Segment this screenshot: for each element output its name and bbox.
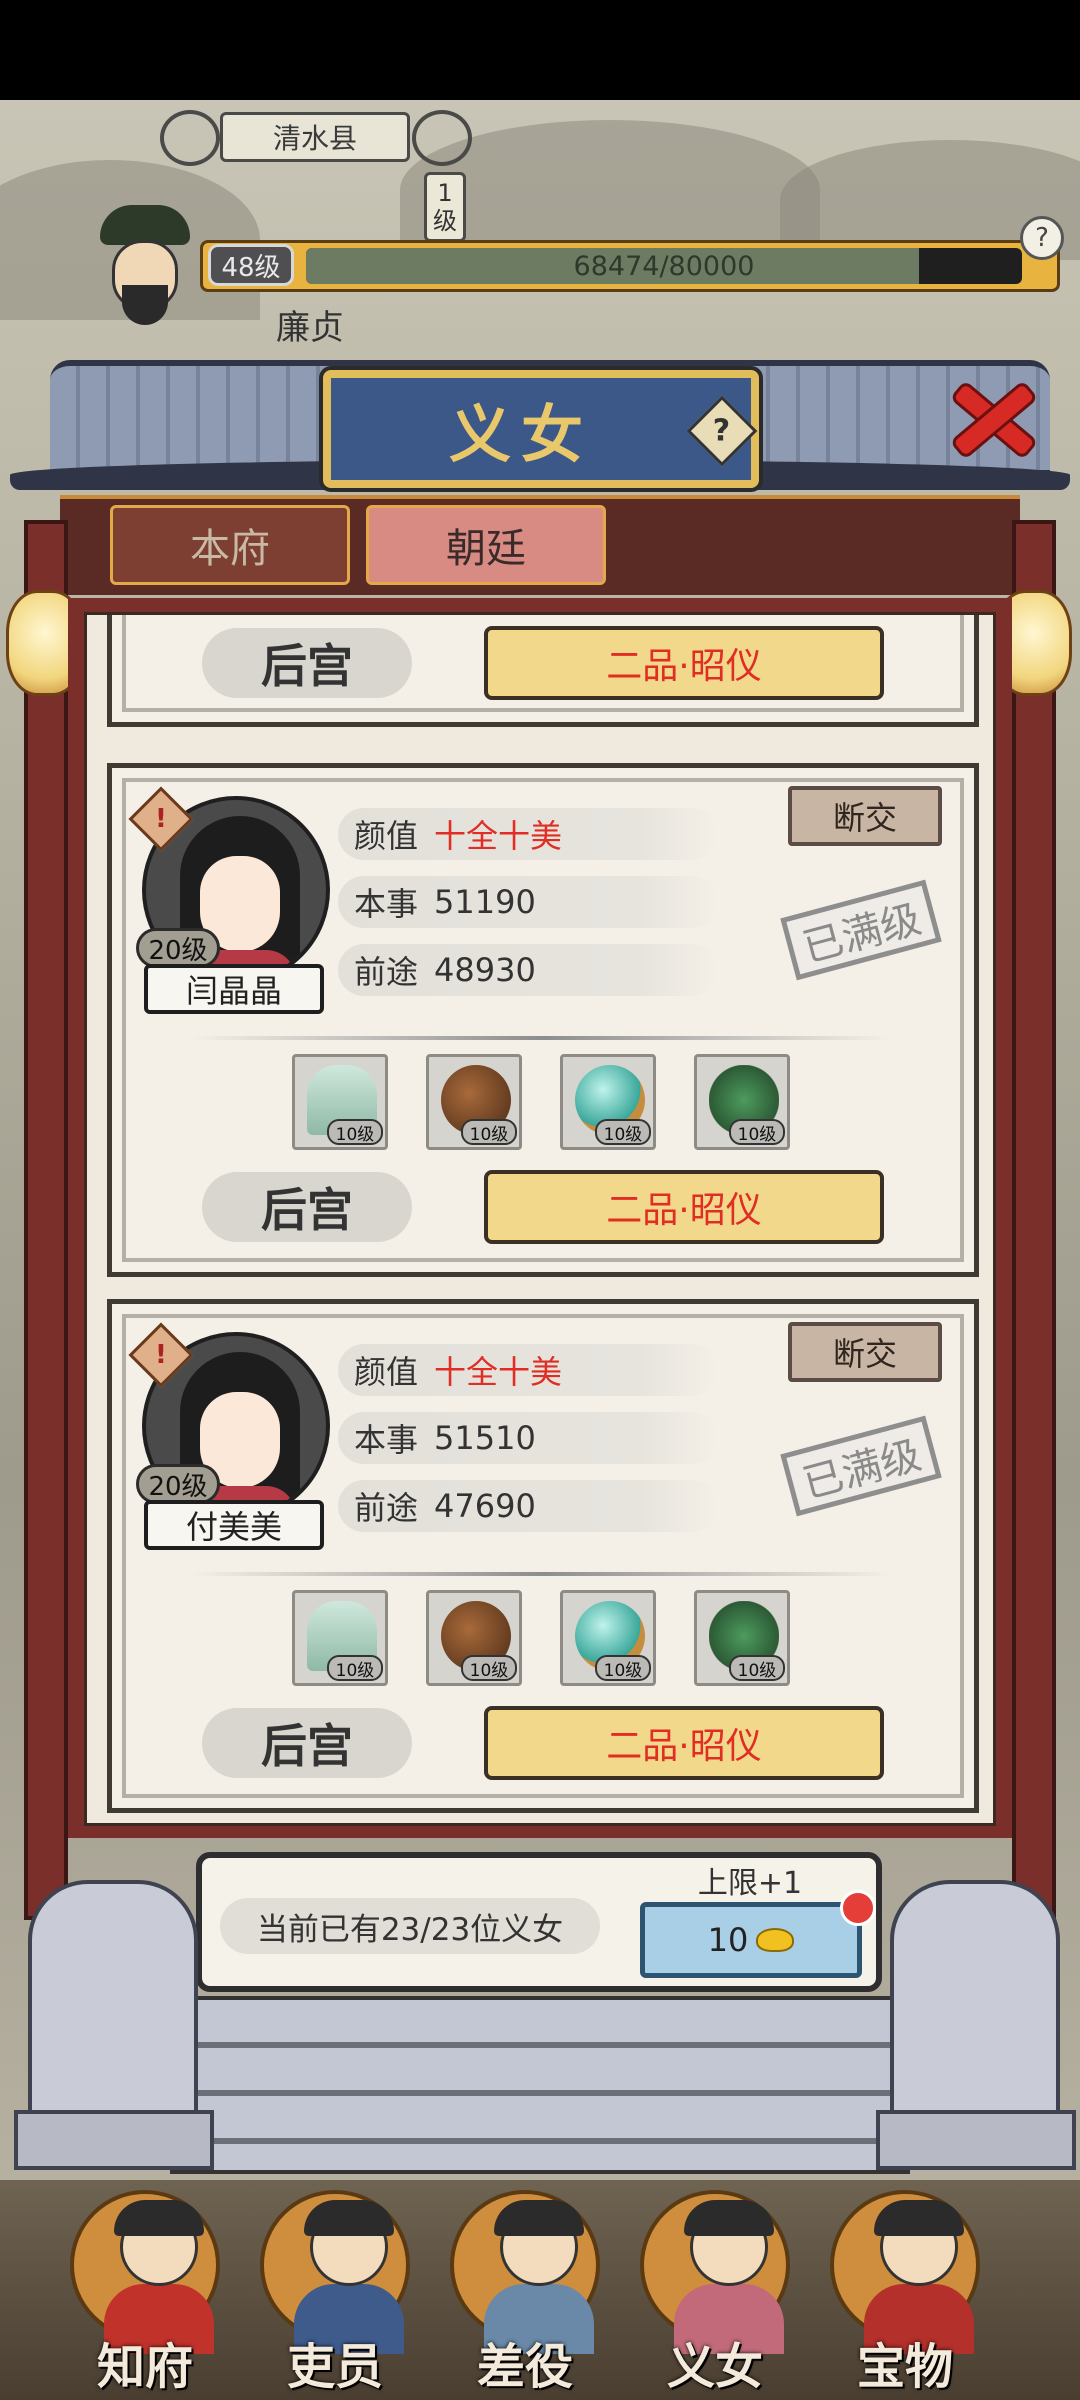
sever-button[interactable]: 断交 — [788, 786, 942, 846]
increase-limit-button[interactable]: 10 — [640, 1902, 862, 1978]
stat-label: 前途 — [354, 953, 419, 991]
county-name[interactable]: 清水县 — [220, 112, 410, 162]
palace-label: 后宫 — [202, 1172, 412, 1242]
magistrate-icon — [70, 2190, 220, 2354]
rank-button[interactable]: 二品·昭仪 — [484, 1706, 884, 1780]
rank-button[interactable]: 二品·昭仪 — [484, 1170, 884, 1244]
pillar-left — [24, 520, 68, 1920]
stat-label: 前途 — [354, 1489, 419, 1527]
nav-item-3[interactable]: 义女 — [630, 2190, 800, 2400]
cost-value: 10 — [707, 1921, 749, 1959]
exp-text: 68474/80000 — [573, 250, 755, 282]
stat-label: 本事 — [354, 1421, 419, 1459]
bronze-bell-icon[interactable]: 10级 — [426, 1590, 522, 1686]
official-hat-icon — [100, 205, 190, 245]
max-level-stamp: 已满级 — [780, 879, 942, 981]
sever-button[interactable]: 断交 — [788, 1322, 942, 1382]
nav-label: 宝物 — [856, 2339, 953, 2395]
gold-ingot-icon — [756, 1928, 795, 1952]
palace-label: 后宫 — [202, 1708, 412, 1778]
nav-label: 吏员 — [286, 2339, 383, 2395]
stat-beauty: 颜值 十全十美 — [338, 808, 718, 860]
nav-item-4[interactable]: 宝物 — [820, 2190, 990, 2400]
lion-pedestal-right — [876, 2110, 1076, 2170]
divider — [192, 1572, 892, 1576]
stat-ability: 本事 51190 — [338, 876, 718, 928]
dialog-title-plaque: 义女 ? — [323, 370, 759, 488]
lion-pedestal-left — [14, 2110, 214, 2170]
rank-button[interactable]: 二品·昭仪 — [484, 626, 884, 700]
daughter-count: 当前已有23/23位义女 — [220, 1898, 600, 1954]
palace-label: 后宫 — [202, 628, 412, 698]
stat-value: 十全十美 — [434, 1353, 563, 1391]
daughter-list[interactable]: 后宫 二品·昭仪 ! 20级 闫晶晶 颜值 十全十美 本事 51190 前途 4893… — [84, 612, 996, 1826]
stat-value: 51510 — [434, 1419, 536, 1457]
nav-item-0[interactable]: 知府 — [60, 2190, 230, 2400]
item-level: 10级 — [461, 1119, 517, 1145]
daughter-card: ! 20级 付美美 颜值 十全十美 本事 51510 前途 47690 断交 已满级 … — [107, 1299, 979, 1813]
county-level-unit: 级 — [433, 207, 457, 235]
stat-label: 颜值 — [354, 817, 419, 855]
nav-item-1[interactable]: 吏员 — [250, 2190, 420, 2400]
stat-value: 51190 — [434, 883, 536, 921]
close-x-icon[interactable] — [934, 368, 1044, 468]
county-level: 1 级 — [424, 172, 466, 242]
daughter-icon — [640, 2190, 790, 2354]
treasure-bag-icon — [830, 2190, 980, 2354]
constable-icon — [450, 2190, 600, 2354]
nav-item-2[interactable]: 差役 — [440, 2190, 610, 2400]
pillar-right — [1012, 520, 1056, 1920]
daughter-name: 付美美 — [144, 1500, 324, 1550]
tab-court[interactable]: 朝廷 — [366, 505, 606, 585]
stat-value: 47690 — [434, 1487, 536, 1525]
stat-prospect: 前途 48930 — [338, 944, 718, 996]
divider — [192, 1036, 892, 1040]
cloud-ornament-right-icon — [412, 110, 472, 166]
notification-dot — [840, 1890, 876, 1926]
stat-value: 48930 — [434, 951, 536, 989]
stone-steps — [170, 1996, 910, 2174]
jade-orb-icon[interactable]: 10级 — [560, 1590, 656, 1686]
county-level-number: 1 — [437, 179, 453, 207]
jade-tree-icon[interactable]: 10级 — [694, 1054, 790, 1150]
jade-robe-icon[interactable]: 10级 — [292, 1054, 388, 1150]
stat-prospect: 前途 47690 — [338, 1480, 718, 1532]
daughter-level: 20级 — [136, 1464, 220, 1504]
exp-bar: 68474/80000 — [306, 248, 1022, 284]
nav-label: 义女 — [666, 2339, 763, 2395]
item-level: 10级 — [461, 1655, 517, 1681]
tab-home[interactable]: 本府 — [110, 505, 350, 585]
limit-increase-label: 上限+1 — [697, 1866, 803, 1901]
daughter-name: 闫晶晶 — [144, 964, 324, 1014]
stat-ability: 本事 51510 — [338, 1412, 718, 1464]
jade-robe-icon[interactable]: 10级 — [292, 1590, 388, 1686]
item-level: 10级 — [729, 1655, 785, 1681]
item-level: 10级 — [327, 1119, 383, 1145]
status-bar — [0, 0, 1080, 100]
jade-orb-icon[interactable]: 10级 — [560, 1054, 656, 1150]
nav-label: 知府 — [96, 2339, 193, 2395]
cloud-ornament-left-icon — [160, 110, 220, 166]
item-level: 10级 — [595, 1119, 651, 1145]
daughter-card: ! 20级 闫晶晶 颜值 十全十美 本事 51190 前途 48930 断交 已满级 … — [107, 763, 979, 1277]
daughter-card-partial: 后宫 二品·昭仪 — [107, 615, 979, 727]
item-level: 10级 — [595, 1655, 651, 1681]
stat-beauty: 颜值 十全十美 — [338, 1344, 718, 1396]
item-level: 10级 — [729, 1119, 785, 1145]
bronze-bell-icon[interactable]: 10级 — [426, 1054, 522, 1150]
help-icon[interactable]: ? — [1020, 216, 1064, 260]
stat-label: 颜值 — [354, 1353, 419, 1391]
player-level-badge: 48级 — [208, 244, 294, 286]
jade-tree-icon[interactable]: 10级 — [694, 1590, 790, 1686]
stat-label: 本事 — [354, 885, 419, 923]
nav-label: 差役 — [476, 2339, 573, 2395]
daughter-level: 20级 — [136, 928, 220, 968]
item-level: 10级 — [327, 1655, 383, 1681]
clerk-icon — [260, 2190, 410, 2354]
max-level-stamp: 已满级 — [780, 1415, 942, 1517]
stat-value: 十全十美 — [434, 817, 563, 855]
